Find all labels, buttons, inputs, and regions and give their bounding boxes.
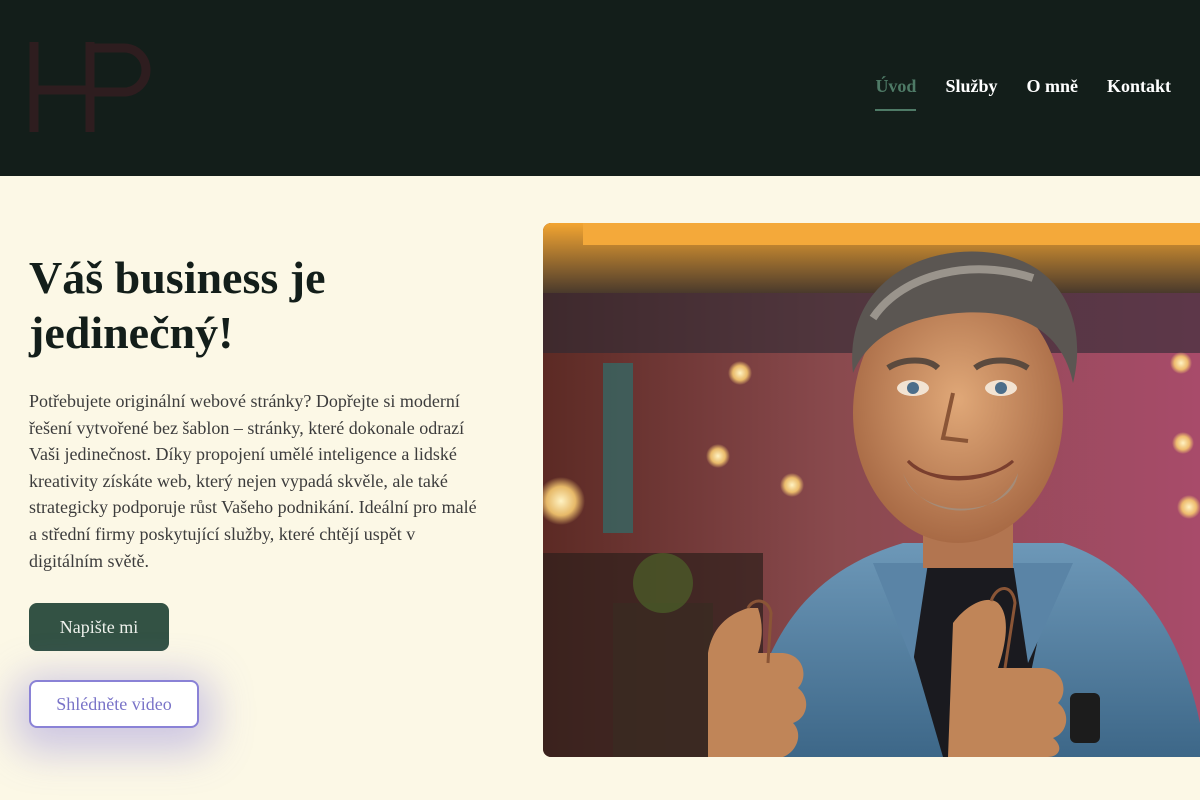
hero-photo: [543, 223, 1200, 757]
contact-button[interactable]: Napište mi: [29, 603, 169, 651]
logo[interactable]: [28, 42, 152, 134]
nav-item-uvod[interactable]: Úvod: [875, 76, 917, 111]
main-nav: Úvod Služby O mně Kontakt: [875, 76, 1171, 111]
nav-item-o-mne[interactable]: O mně: [1026, 76, 1078, 111]
nav-item-sluzby[interactable]: Služby: [945, 76, 997, 111]
hero-photo-illustration: [543, 223, 1200, 757]
watch-video-button[interactable]: Shlédněte video: [29, 680, 199, 728]
site-header: Úvod Služby O mně Kontakt: [0, 0, 1200, 176]
hero-title: Váš business je jedinečný!: [29, 252, 326, 358]
hero-description: Potřebujete originální webové stránky? D…: [29, 391, 477, 571]
nav-item-kontakt[interactable]: Kontakt: [1107, 76, 1171, 111]
